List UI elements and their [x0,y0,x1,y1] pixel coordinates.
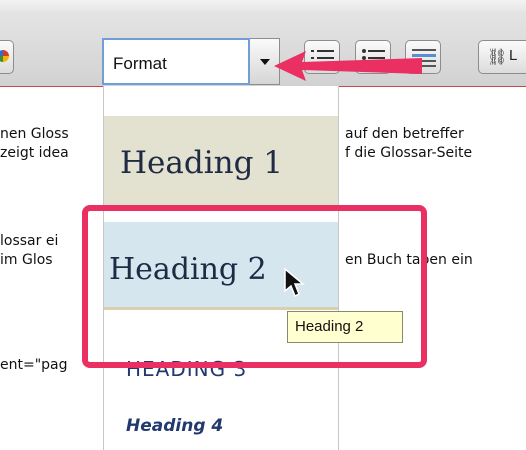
link-icon: ⛓ [487,47,508,66]
body-text-line: nen Gloss [0,126,69,142]
color-palette-button[interactable] [0,40,14,74]
mouse-cursor-icon [284,268,305,298]
body-text-line: ent="pag [0,357,68,373]
palette-icon [0,50,9,62]
format-option-heading-1[interactable]: Heading 1 [104,116,338,211]
body-text-line: lossar ei [0,233,59,249]
insert-link-button[interactable]: ⛓ L [478,40,526,74]
window-top-strip [0,0,526,12]
format-option-heading-4[interactable]: Heading 4 [104,411,338,441]
format-select[interactable]: Format [102,38,250,85]
body-text-line: f die Glossar-Seite [345,145,473,161]
body-text-line: en Buch taben ein [345,252,473,268]
format-option-heading-3[interactable]: HEADING 3 [104,354,338,384]
body-text-line: zeigt idea [0,145,69,161]
body-text-line: auf den betreffer [345,126,464,142]
insert-link-label: L [509,47,518,64]
annotation-arrow [274,51,422,81]
dropdown-arrow-icon [260,59,270,65]
tooltip: Heading 2 [287,311,403,343]
body-text-line: im Glos [0,252,53,268]
